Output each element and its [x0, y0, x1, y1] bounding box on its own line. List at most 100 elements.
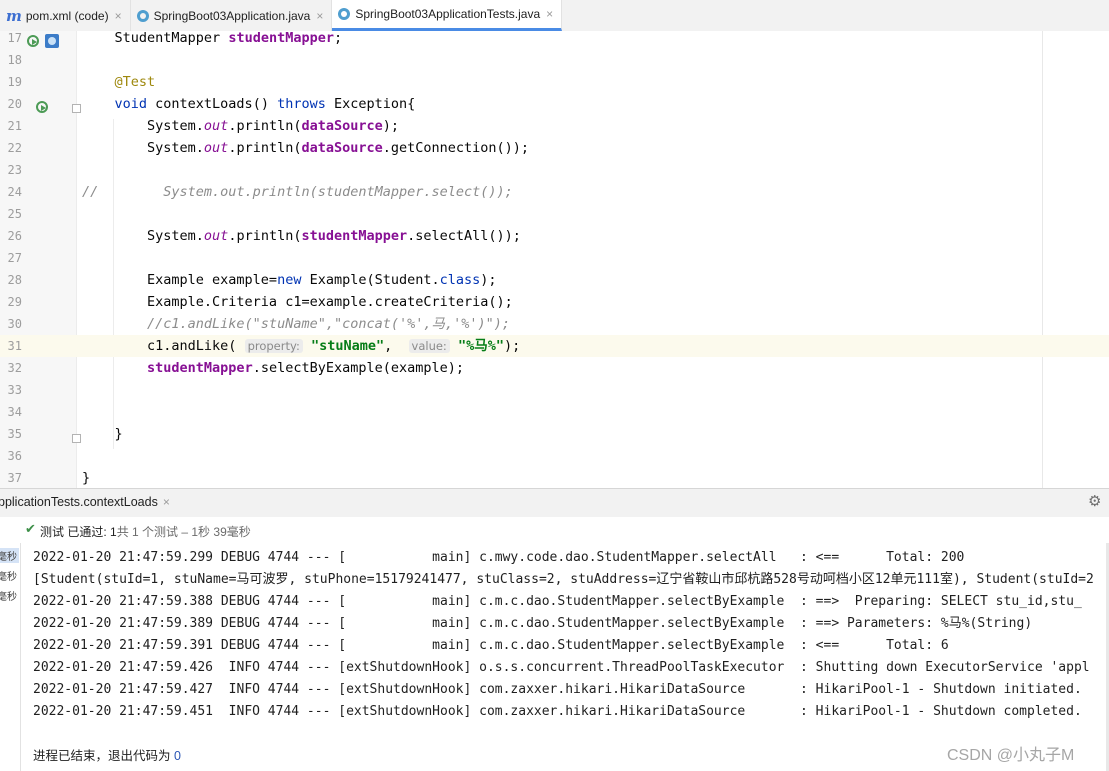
java-class-icon: [338, 8, 351, 20]
code-token: throws: [277, 96, 334, 112]
code-line[interactable]: 30 //c1.andLike("stuName","concat('%',马,…: [0, 313, 1109, 335]
fold-marker-method-end[interactable]: [72, 434, 81, 443]
code-token: c1.andLike(: [82, 338, 245, 354]
code-token: );: [480, 272, 497, 288]
line-number: 36: [7, 449, 22, 463]
code-text: void contextLoads() throws Exception{: [82, 93, 416, 115]
close-icon[interactable]: ×: [316, 9, 323, 23]
exit-message: 进程已结束，退出代码为 0: [33, 745, 181, 767]
code-token: );: [382, 118, 400, 134]
code-line[interactable]: 24 // System.out.println(studentMapper.se…: [0, 181, 1109, 203]
code-token: out: [203, 140, 229, 156]
code-text: System.out.println(dataSource);: [82, 115, 399, 137]
code-token: System.: [82, 228, 204, 244]
code-token: Example.Criteria c1=example.createCriter…: [82, 294, 513, 310]
line-number: 26: [7, 229, 22, 243]
test-tree-item[interactable]: 毫秒: [0, 548, 19, 563]
code-text: Example example=new Example(Student.clas…: [82, 269, 497, 291]
tab-2[interactable]: SpringBoot03ApplicationTests.java ×: [332, 0, 563, 31]
code-token: Example(Student.: [309, 272, 440, 288]
console-line: 2022-01-20 21:47:59.451 INFO 4744 --- [e…: [33, 704, 1082, 719]
code-editor[interactable]: 17 StudentMapper studentMapper; 18 19 @Tes…: [0, 31, 1109, 488]
line-number: 35: [7, 427, 22, 441]
line-number: 29: [7, 295, 22, 309]
code-line[interactable]: 25: [0, 203, 1109, 225]
line-number: 37: [7, 471, 22, 485]
bean-navigation-icon[interactable]: [45, 34, 59, 48]
code-token: .println(: [228, 118, 302, 134]
editor-tab-bar: m pom.xml (code) × SpringBoot03Application.…: [0, 0, 1109, 32]
line-number: 17: [7, 31, 22, 45]
code-text: studentMapper.selectByExample(example);: [82, 357, 464, 379]
console-line: 2022-01-20 21:47:59.391 DEBUG 4744 --- […: [33, 638, 949, 653]
code-token: class: [439, 272, 481, 288]
code-token: .selectAll());: [407, 228, 521, 244]
console-line: 2022-01-20 21:47:59.426 INFO 4744 --- [e…: [33, 660, 1090, 675]
code-token: System.: [82, 118, 204, 134]
code-line[interactable]: 36: [0, 445, 1109, 467]
line-number: 30: [7, 317, 22, 331]
code-line[interactable]: 28 Example example=new Example(Student.c…: [0, 269, 1109, 291]
code-text: }: [82, 467, 90, 488]
close-icon[interactable]: ×: [163, 495, 170, 509]
code-line[interactable]: 35 }: [0, 423, 1109, 445]
code-token: .println(: [228, 140, 302, 156]
code-token: }: [82, 426, 123, 442]
code-line[interactable]: 27: [0, 247, 1109, 269]
tab-1[interactable]: SpringBoot03Application.java ×: [131, 0, 333, 31]
code-line[interactable]: 18: [0, 49, 1109, 71]
close-icon[interactable]: ×: [546, 7, 553, 21]
code-line[interactable]: 34: [0, 401, 1109, 423]
code-token: }: [82, 470, 91, 486]
test-tree[interactable]: 毫秒毫秒毫秒: [0, 543, 21, 771]
code-text: // System.out.println(studentMapper.sele…: [82, 181, 513, 203]
code-token: out: [203, 228, 229, 244]
status-passed-label: 测试 已通过:: [40, 525, 111, 539]
run-test-gutter-icon[interactable]: [36, 101, 48, 113]
code-line[interactable]: 20 void contextLoads() throws Exception{: [0, 93, 1109, 115]
line-number: 34: [7, 405, 22, 419]
close-icon[interactable]: ×: [115, 9, 122, 23]
test-tree-item[interactable]: 毫秒: [0, 588, 19, 603]
code-text: //c1.andLike("stuName","concat('%',马,'%'…: [82, 313, 510, 335]
line-number: 20: [7, 97, 22, 111]
line-number: 31: [7, 339, 22, 353]
code-token: studentMapper: [301, 228, 408, 244]
code-token: System.: [82, 140, 204, 156]
run-panel-header: pplicationTests.contextLoads ×: [0, 488, 1109, 518]
line-number: 27: [7, 251, 22, 265]
code-line[interactable]: 22 System.out.println(dataSource.getConn…: [0, 137, 1109, 159]
tab-0[interactable]: m pom.xml (code) ×: [0, 0, 131, 31]
code-line[interactable]: 26 System.out.println(studentMapper.sele…: [0, 225, 1109, 247]
line-number: 24: [7, 185, 22, 199]
test-tree-item[interactable]: 毫秒: [0, 568, 19, 583]
code-token: out: [203, 118, 229, 134]
code-token: Exception{: [333, 96, 416, 112]
code-line[interactable]: 21 System.out.println(dataSource);: [0, 115, 1109, 137]
code-line[interactable]: 19 @Test: [0, 71, 1109, 93]
code-line[interactable]: 32 studentMapper.selectByExample(example…: [0, 357, 1109, 379]
check-icon: ✔: [25, 522, 36, 537]
watermark: CSDN @小丸子M: [947, 747, 1075, 764]
line-number: 25: [7, 207, 22, 221]
code-text: System.out.println(dataSource.getConnect…: [82, 137, 529, 159]
code-token: ,: [384, 338, 409, 354]
console-output[interactable]: 2022-01-20 21:47:59.299 DEBUG 4744 --- […: [21, 543, 1109, 771]
run-tab[interactable]: pplicationTests.contextLoads ×: [0, 495, 170, 509]
run-gutter-icon-line-17[interactable]: [27, 35, 39, 47]
code-line[interactable]: 33: [0, 379, 1109, 401]
code-line[interactable]: 17 StudentMapper studentMapper;: [0, 31, 1109, 49]
console-line: 2022-01-20 21:47:59.299 DEBUG 4744 --- […: [33, 550, 965, 565]
fold-marker-method[interactable]: [72, 104, 81, 113]
line-number: 23: [7, 163, 22, 177]
run-tab-label: pplicationTests.contextLoads: [0, 495, 158, 509]
code-line[interactable]: 29 Example.Criteria c1=example.createCri…: [0, 291, 1109, 313]
tab-label: pom.xml (code): [25, 8, 109, 23]
code-line[interactable]: 31 c1.andLike( property: "stuName", valu…: [0, 335, 1109, 357]
code-line[interactable]: 37}: [0, 467, 1109, 488]
code-line[interactable]: 23: [0, 159, 1109, 181]
gear-icon[interactable]: ⚙: [1088, 494, 1101, 509]
code-token: dataSource: [301, 118, 383, 134]
